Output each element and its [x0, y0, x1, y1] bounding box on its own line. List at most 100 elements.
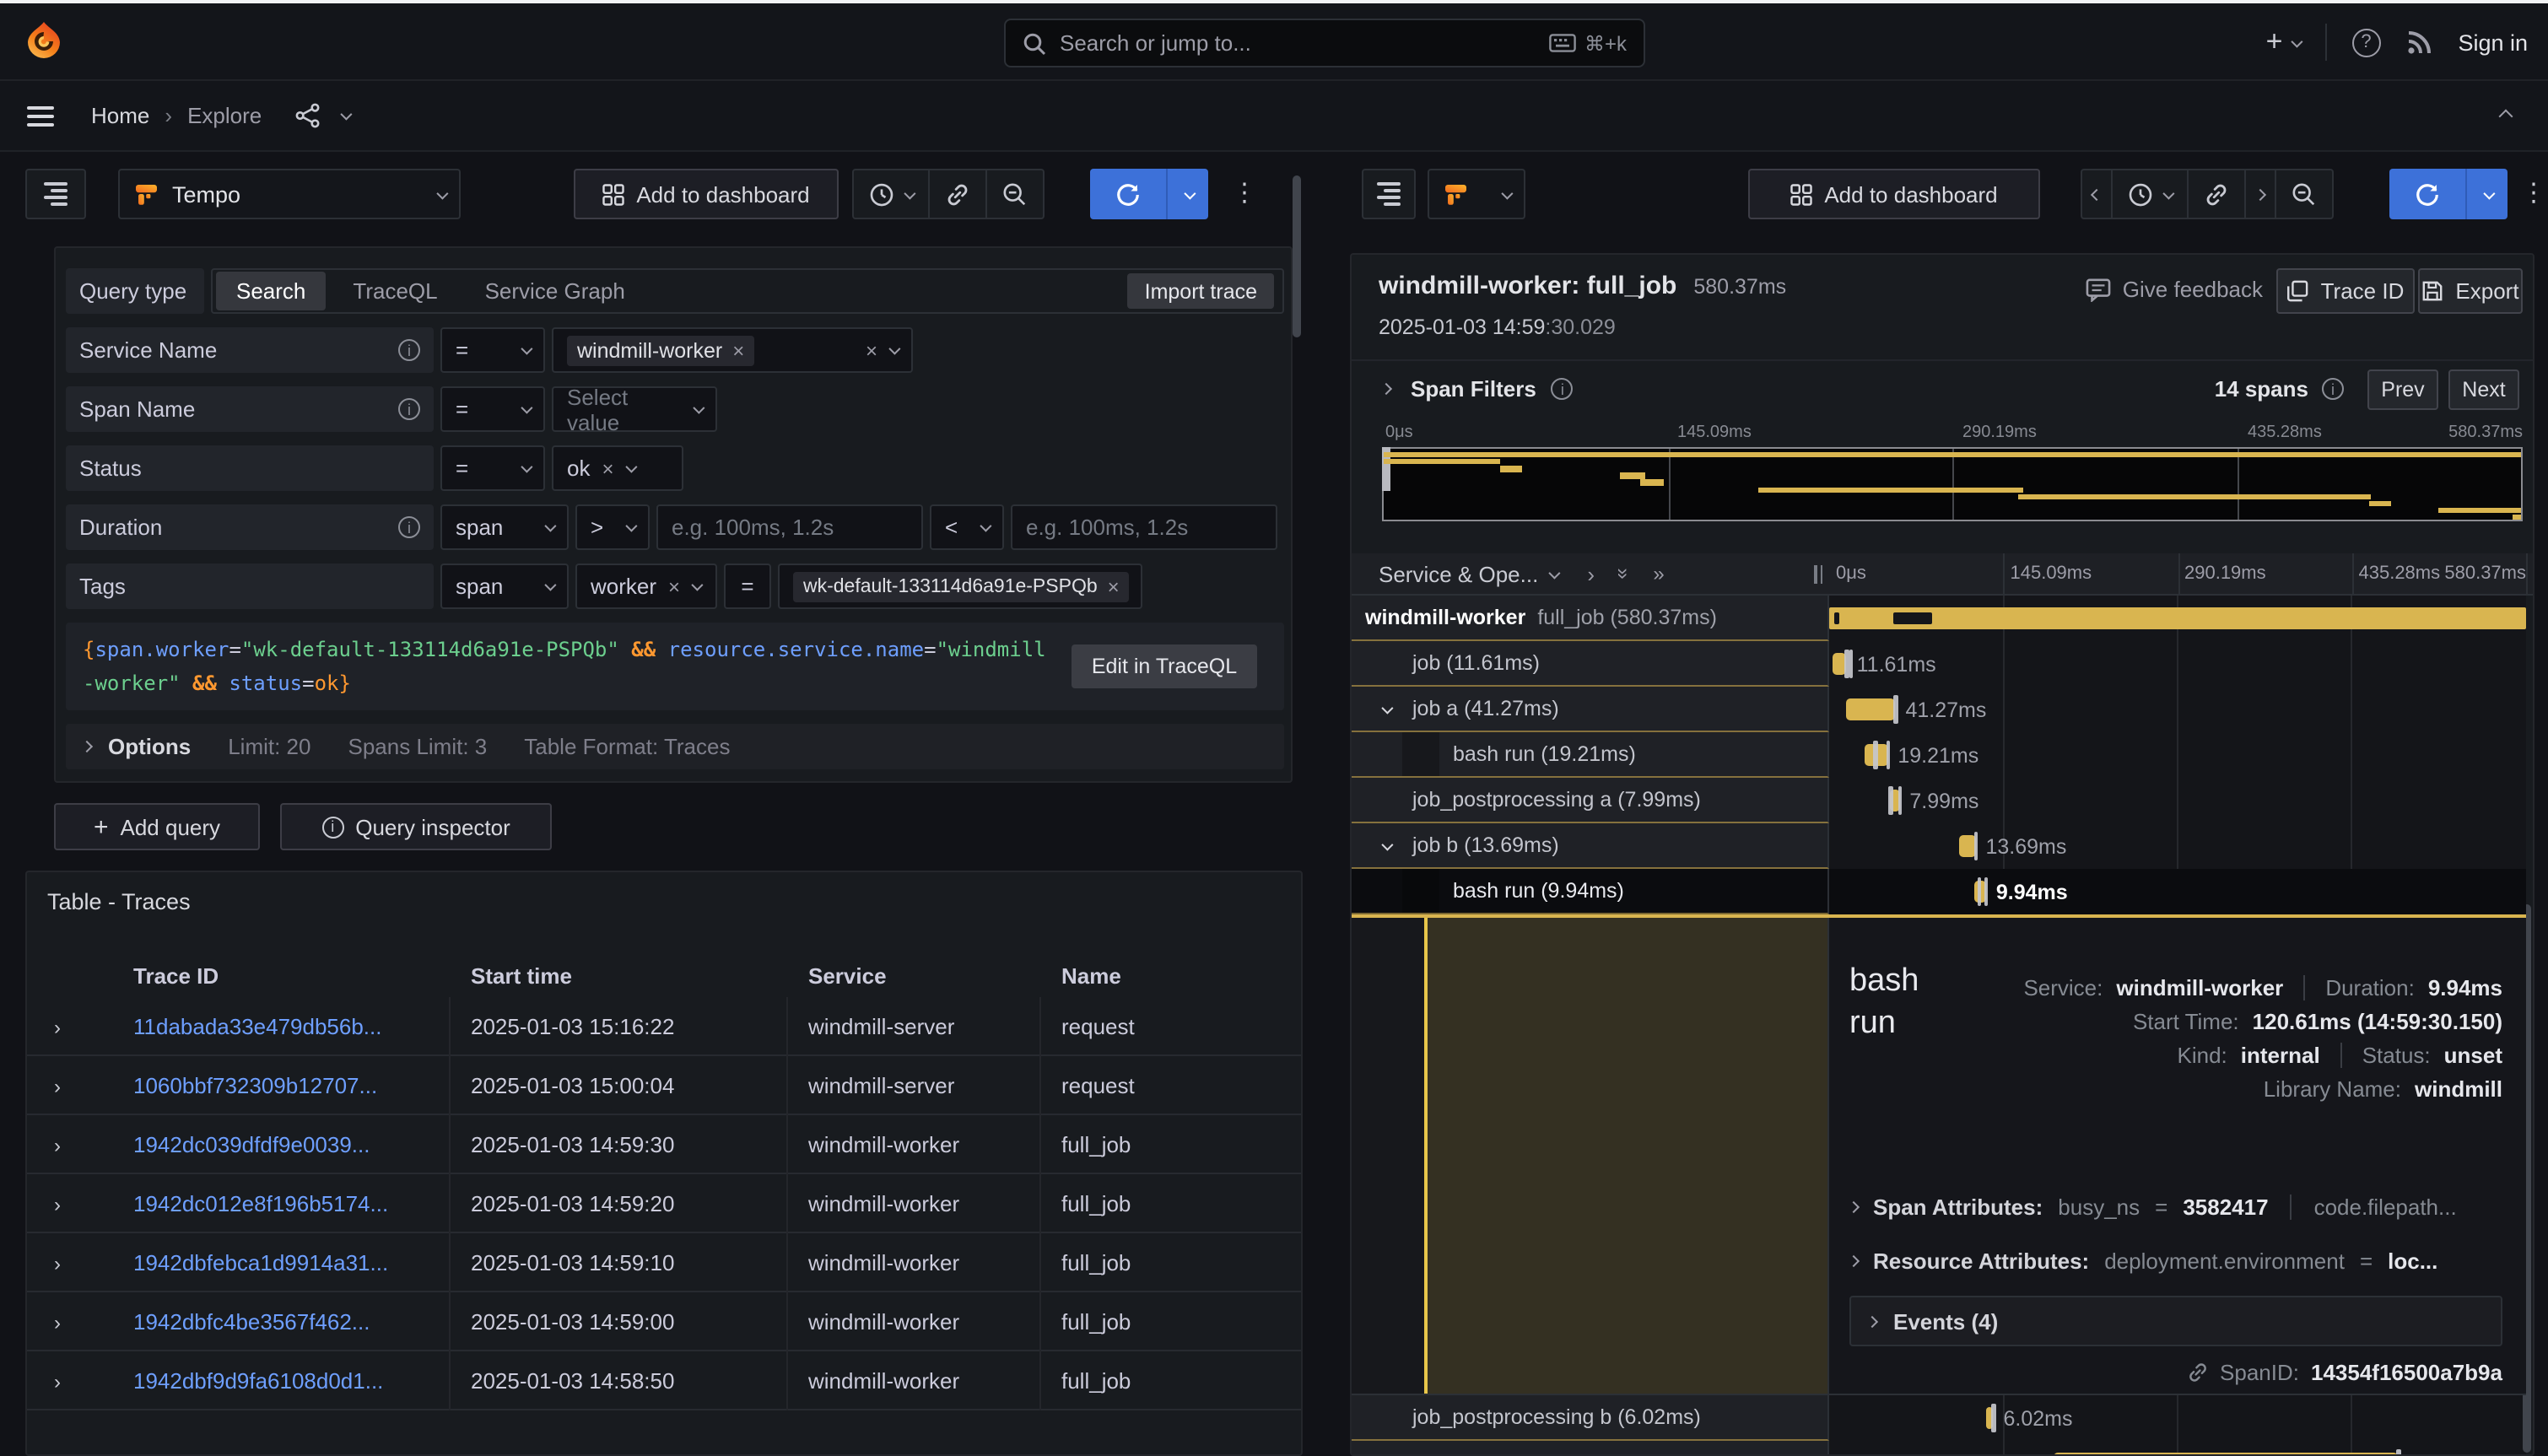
query-type-tab-service-graph[interactable]: Service Graph	[465, 272, 645, 310]
expand-row-icon[interactable]: ›	[54, 997, 61, 1056]
share-icon[interactable]	[295, 103, 321, 128]
table-row[interactable]: ›1942dbfebca1d9914a31...2025-01-03 14:59…	[27, 1233, 1301, 1292]
time-picker-button[interactable]	[854, 170, 930, 218]
cell-trace-id[interactable]: 1060bbf732309b12707...	[133, 1056, 377, 1115]
duration-lt-select[interactable]: <	[930, 504, 1004, 550]
span-row[interactable]: job a (41.27ms)41.27ms	[1352, 687, 2526, 732]
time-picker-button[interactable]	[2113, 170, 2189, 218]
run-query-button[interactable]	[1090, 169, 1168, 219]
table-row[interactable]: ›1060bbf732309b12707...2025-01-03 15:00:…	[27, 1056, 1301, 1115]
run-query-button[interactable]	[2389, 169, 2467, 219]
right-kebab-menu-icon[interactable]: ⋮	[2521, 177, 2546, 208]
cell-trace-id[interactable]: 1942dc039dfdf9e0039...	[133, 1115, 370, 1174]
sign-in-button[interactable]: Sign in	[2458, 30, 2528, 55]
datasource-picker[interactable]: Tempo	[118, 169, 461, 219]
span-name-cell[interactable]: windmill-workerfull_job (580.37ms)	[1352, 596, 1829, 641]
shift-time-back-button[interactable]	[2082, 170, 2113, 218]
expand-all-icon[interactable]: »	[1653, 562, 1664, 585]
cell-trace-id[interactable]: 11dabada33e479db56b...	[133, 997, 382, 1056]
shift-time-forward-button[interactable]	[2246, 170, 2276, 218]
span-timeline-cell[interactable]: 286.87ms	[1829, 1441, 2526, 1456]
trace-minimap[interactable]	[1382, 447, 2523, 521]
breadcrumb-explore[interactable]: Explore	[187, 103, 262, 128]
table-row[interactable]: ›1942dc012e8f196b5174...2025-01-03 14:59…	[27, 1174, 1301, 1233]
collapse-span-icon[interactable]	[1381, 702, 1393, 714]
span-name-cell[interactable]: job c (286.87ms)	[1352, 1441, 1829, 1456]
span-timeline-cell[interactable]: 13.69ms	[1829, 823, 2526, 869]
span-row[interactable]: job_postprocessing a (7.99ms)7.99ms	[1352, 778, 2526, 823]
span-timeline-cell[interactable]: 41.27ms	[1829, 687, 2526, 732]
cell-trace-id[interactable]: 1942dbf9d9fa6108d0d1...	[133, 1351, 383, 1410]
left-scrollbar-thumb[interactable]	[1293, 175, 1301, 337]
remove-tag-icon[interactable]: ×	[668, 574, 680, 598]
cell-trace-id[interactable]: 1942dbfebca1d9914a31...	[133, 1233, 388, 1292]
query-type-tab-search[interactable]: Search	[216, 272, 326, 310]
mega-menu-icon[interactable]	[27, 100, 54, 131]
export-button[interactable]: Export	[2418, 268, 2523, 314]
span-bar[interactable]	[2054, 1453, 2399, 1456]
span-timeline-cell[interactable]: 19.21ms	[1829, 732, 2526, 778]
share-caret-icon[interactable]	[341, 109, 353, 121]
info-icon[interactable]: i	[398, 516, 420, 538]
span-name-cell[interactable]: job_postprocessing b (6.02ms)	[1352, 1395, 1829, 1441]
info-icon[interactable]: i	[1552, 378, 1574, 400]
import-trace-button[interactable]: Import trace	[1128, 273, 1274, 309]
query-inspector-button[interactable]: i Query inspector	[280, 803, 552, 850]
prev-span-button[interactable]: Prev	[2367, 369, 2438, 409]
link-icon[interactable]	[2186, 1362, 2208, 1383]
right-add-to-dashboard-button[interactable]: Add to dashboard	[1748, 169, 2040, 219]
span-bar[interactable]	[1959, 835, 1976, 857]
right-datasource-picker[interactable]	[1428, 169, 1525, 219]
cell-trace-id[interactable]: 1942dbfc4be3567f462...	[133, 1292, 370, 1351]
edit-in-traceql-button[interactable]: Edit in TraceQL	[1072, 644, 1257, 688]
trace-id-button[interactable]: Trace ID	[2276, 268, 2415, 314]
tag-scope-select[interactable]: span	[440, 564, 569, 609]
span-filters-chevron-icon[interactable]	[1380, 383, 1392, 395]
span-name-value-select[interactable]: Select value	[552, 386, 717, 432]
collapse-panel-icon[interactable]	[2499, 109, 2513, 123]
span-timeline-cell[interactable]: 6.02ms	[1829, 1395, 2526, 1441]
run-query-caret-button[interactable]	[2467, 169, 2508, 219]
table-row[interactable]: ›11dabada33e479db56b...2025-01-03 15:16:…	[27, 997, 1301, 1056]
collapse-one-icon[interactable]: ›	[1587, 561, 1595, 586]
span-row[interactable]: windmill-workerfull_job (580.37ms)	[1352, 596, 2526, 641]
events-section[interactable]: Events (4)	[1849, 1296, 2502, 1346]
span-timeline-cell[interactable]: 9.94ms	[1829, 869, 2526, 914]
cell-trace-id[interactable]: 1942dc012e8f196b5174...	[133, 1174, 388, 1233]
tag-value-select[interactable]: wk-default-133114d6a91e-PSPQb×	[778, 564, 1142, 609]
span-timeline-cell[interactable]: 7.99ms	[1829, 778, 2526, 823]
expand-row-icon[interactable]: ›	[54, 1115, 61, 1174]
zoom-out-button[interactable]	[987, 170, 1043, 218]
span-name-cell[interactable]: bash run (19.21ms)	[1352, 732, 1829, 778]
service-name-value-select[interactable]: windmill-worker× ×	[552, 327, 913, 373]
collapse-all-icon[interactable]: »	[1612, 568, 1636, 579]
column-resize-handle[interactable]	[1814, 565, 1822, 584]
info-icon[interactable]: i	[398, 398, 420, 420]
span-row[interactable]: job c (286.87ms)286.87ms	[1352, 1441, 2526, 1456]
table-row[interactable]: ›1942dbfc4be3567f462...2025-01-03 14:59:…	[27, 1292, 1301, 1351]
remove-value-icon[interactable]: ×	[732, 338, 744, 362]
name-column-header[interactable]: Service & Ope...	[1379, 561, 1538, 586]
collapse-span-icon[interactable]	[1381, 839, 1393, 850]
left-outline-button[interactable]	[25, 169, 86, 219]
duration-min-input[interactable]: e.g. 100ms, 1.2s	[656, 504, 923, 550]
span-row[interactable]: job_postprocessing b (6.02ms)6.02ms	[1352, 1395, 2526, 1441]
add-query-button[interactable]: + Add query	[54, 803, 260, 850]
right-outline-button[interactable]	[1362, 169, 1416, 219]
span-name-cell[interactable]: job_postprocessing a (7.99ms)	[1352, 778, 1829, 823]
zoom-out-button[interactable]	[2276, 170, 2332, 218]
expand-row-icon[interactable]: ›	[54, 1292, 61, 1351]
status-value-select[interactable]: ok×	[552, 445, 683, 491]
expand-row-icon[interactable]: ›	[54, 1351, 61, 1410]
link-split-button[interactable]	[2189, 170, 2246, 218]
tag-key-select[interactable]: worker×	[575, 564, 717, 609]
span-bar[interactable]	[1829, 607, 2526, 629]
service-name-op-select[interactable]: =	[440, 327, 545, 373]
next-span-button[interactable]: Next	[2448, 369, 2519, 409]
remove-value-icon[interactable]: ×	[1108, 574, 1120, 598]
clear-icon[interactable]: ×	[866, 338, 877, 362]
tag-op-select[interactable]: =	[724, 564, 771, 609]
span-name-cell[interactable]: job (11.61ms)	[1352, 641, 1829, 687]
info-icon[interactable]: i	[398, 339, 420, 361]
help-icon[interactable]: ?	[2351, 28, 2380, 57]
